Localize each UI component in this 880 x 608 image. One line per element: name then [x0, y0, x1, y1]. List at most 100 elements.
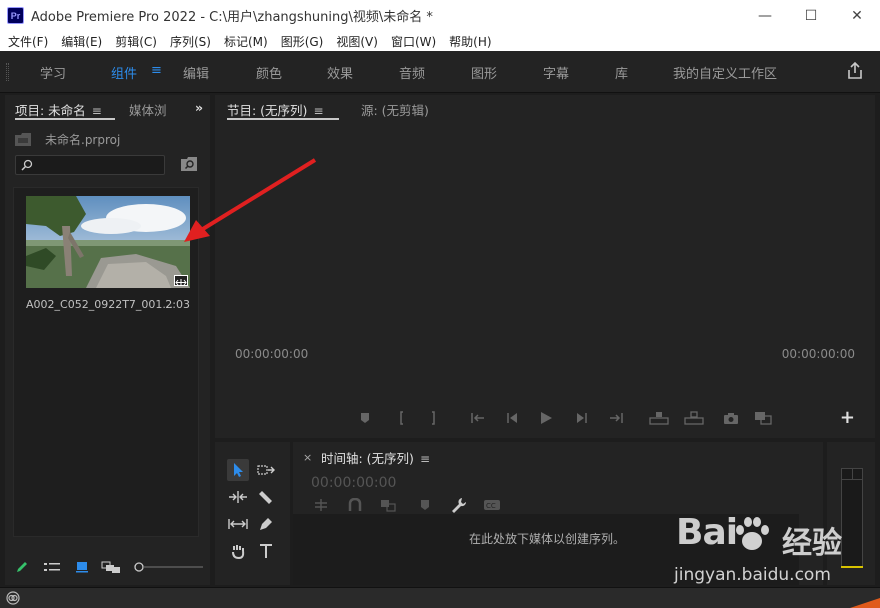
workspace-tab-assembly[interactable]: 组件	[111, 63, 137, 82]
panel-menu-icon[interactable]: ≡	[92, 104, 102, 118]
program-monitor-panel: 节目: (无序列) ≡ 源: (无剪辑) 00:00:00:00 00:00:00…	[215, 95, 875, 438]
svg-text:CC: CC	[486, 502, 496, 510]
menu-window[interactable]: 窗口(W)	[391, 33, 436, 50]
tab-source[interactable]: 源: (无剪辑)	[361, 100, 429, 119]
grip-handle[interactable]	[6, 63, 9, 81]
hand-tool[interactable]	[227, 540, 249, 562]
clip-thumbnail[interactable]	[26, 196, 190, 288]
project-file-icon	[15, 133, 31, 146]
workspace-tab-audio[interactable]: 音频	[399, 63, 425, 82]
playhead-timecode[interactable]: 00:00:00:00	[235, 347, 308, 361]
type-tool[interactable]	[255, 540, 277, 562]
overwrite-icon	[684, 411, 704, 425]
program-menu-icon[interactable]: ≡	[313, 104, 323, 118]
clip-name[interactable]: A002_C052_0922T7_001...	[26, 298, 173, 311]
pencil-icon[interactable]	[15, 560, 29, 574]
ripple-edit-icon	[229, 491, 247, 503]
search-input[interactable]	[15, 155, 165, 175]
panel-overflow-icon[interactable]: »	[195, 100, 203, 115]
button-editor-add-button[interactable]: +	[840, 407, 855, 428]
menu-file[interactable]: 文件(F)	[8, 33, 48, 50]
audio-video-badge-icon	[175, 279, 187, 286]
project-panel: 项目: 未命名 ≡ 媒体浏 » 未命名.prproj A002_C052_092…	[5, 95, 210, 585]
linked-selection-icon[interactable]	[380, 498, 396, 512]
maximize-button[interactable]: ☐	[788, 0, 834, 31]
workspace-tab-effects[interactable]: 效果	[327, 63, 353, 82]
close-timeline-icon[interactable]: ×	[303, 451, 312, 464]
find-icon[interactable]	[181, 157, 197, 171]
drop-hint: 在此处放下媒体以创建序列。	[469, 532, 626, 546]
menu-help[interactable]: 帮助(H)	[449, 33, 491, 50]
share-icon[interactable]	[846, 61, 864, 81]
add-marker-button[interactable]	[359, 411, 371, 425]
menu-bar: 文件(F) 编辑(E) 剪辑(C) 序列(S) 标记(M) 图形(G) 视图(V…	[0, 31, 880, 51]
tab-project[interactable]: 项目: 未命名 ≡	[15, 100, 102, 119]
play-icon	[541, 412, 552, 424]
project-bin[interactable]: A002_C052_0922T7_001... 2:03	[13, 187, 199, 537]
type-icon	[260, 544, 272, 558]
menu-view[interactable]: 视图(V)	[336, 33, 378, 50]
creative-cloud-icon[interactable]	[6, 591, 20, 605]
add-marker-icon[interactable]	[419, 498, 431, 512]
workspace-tab-graphics[interactable]: 图形	[471, 63, 497, 82]
window-controls: — ☐ ✕	[742, 0, 880, 31]
workspace-tab-libraries[interactable]: 库	[615, 63, 628, 82]
timeline-menu-icon[interactable]: ≡	[420, 452, 430, 466]
export-frame-button[interactable]	[723, 411, 739, 425]
audio-meter	[841, 468, 863, 568]
workspace-menu-icon[interactable]: ≡	[151, 63, 162, 78]
pen-tool[interactable]	[255, 513, 277, 535]
insert-icon	[649, 412, 669, 425]
step-forward-button[interactable]	[575, 411, 589, 425]
freeform-view-icon[interactable]	[101, 560, 121, 574]
track-select-tool[interactable]	[255, 459, 277, 481]
menu-sequence[interactable]: 序列(S)	[170, 33, 211, 50]
zoom-slider[interactable]	[133, 560, 203, 574]
menu-graphics[interactable]: 图形(G)	[281, 33, 324, 50]
hand-icon	[232, 545, 245, 559]
razor-tool[interactable]	[255, 486, 277, 508]
selection-tool[interactable]	[227, 459, 249, 481]
workspace-tab-captions[interactable]: 字幕	[543, 63, 569, 82]
workspace-tab-learn[interactable]: 学习	[40, 63, 66, 82]
wrench-icon[interactable]	[451, 497, 467, 513]
timeline-drop-zone[interactable]: 在此处放下媒体以创建序列。	[293, 514, 799, 585]
play-button[interactable]	[539, 411, 553, 425]
timeline-panel: × 时间轴: (无序列) ≡ 00:00:00:00 CC 在此处放下媒体以创建序…	[293, 442, 823, 585]
ripple-edit-tool[interactable]	[227, 486, 249, 508]
captions-cc-icon[interactable]: CC	[483, 498, 501, 512]
insert-button[interactable]	[649, 411, 669, 425]
snap-magnet-icon[interactable]	[348, 498, 362, 512]
minimize-button[interactable]: —	[742, 0, 788, 31]
go-to-in-button[interactable]	[470, 411, 486, 425]
list-view-icon[interactable]	[43, 560, 61, 574]
comparison-view-button[interactable]	[754, 411, 772, 425]
mark-in-icon	[400, 411, 403, 425]
mark-in-button[interactable]	[397, 411, 407, 425]
menu-clip[interactable]: 剪辑(C)	[115, 33, 157, 50]
tab-timeline[interactable]: 时间轴: (无序列) ≡	[321, 448, 430, 467]
go-to-in-icon	[471, 413, 484, 423]
tab-program[interactable]: 节目: (无序列) ≡	[227, 100, 324, 119]
clip-duration: 2:03	[165, 298, 190, 311]
workspace-tab-editing[interactable]: 编辑	[183, 63, 209, 82]
mark-out-button[interactable]	[428, 411, 438, 425]
menu-markers[interactable]: 标记(M)	[224, 33, 268, 50]
menu-edit[interactable]: 编辑(E)	[61, 33, 102, 50]
premiere-logo-icon: Pr	[7, 7, 24, 24]
go-to-out-button[interactable]	[608, 411, 624, 425]
insert-overwrite-icon[interactable]	[313, 498, 329, 512]
workspace-tab-custom[interactable]: 我的自定义工作区	[673, 63, 777, 82]
track-select-icon	[257, 465, 275, 475]
tab-media-browser[interactable]: 媒体浏	[129, 100, 167, 119]
tab-project-label: 项目: 未命名	[15, 103, 86, 118]
step-back-button[interactable]	[505, 411, 519, 425]
timeline-timecode[interactable]: 00:00:00:00	[311, 475, 396, 491]
slip-tool[interactable]	[227, 513, 249, 535]
tools-panel	[215, 442, 290, 585]
icon-view-icon[interactable]	[75, 560, 89, 574]
overwrite-button[interactable]	[684, 411, 704, 425]
close-button[interactable]: ✕	[834, 0, 880, 31]
duration-timecode: 00:00:00:00	[781, 347, 855, 361]
workspace-tab-color[interactable]: 颜色	[256, 63, 282, 82]
